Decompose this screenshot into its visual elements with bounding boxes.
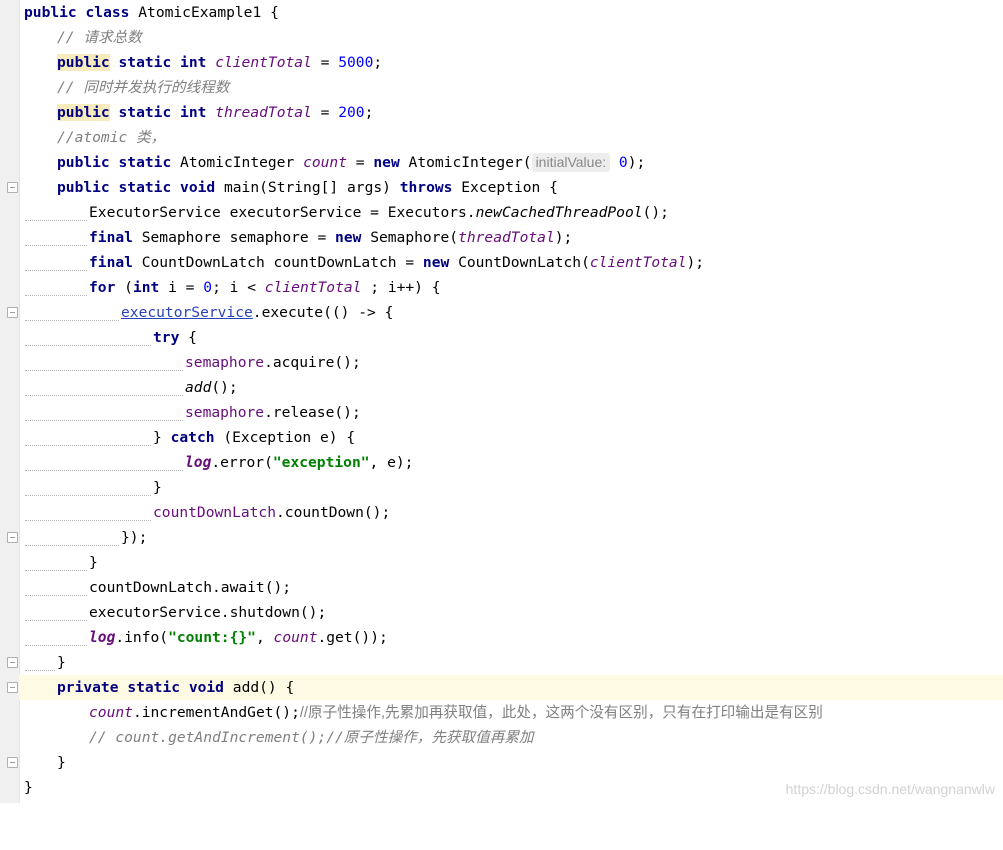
code-line-4: // 同时并发执行的线程数: [57, 79, 230, 96]
indent-guide: [25, 595, 87, 596]
fold-marker-lambda-end[interactable]: [7, 532, 18, 543]
indent-guide: [25, 420, 183, 421]
code-editor[interactable]: public class AtomicExample1 { // 请求总数 pu…: [19, 0, 1003, 803]
code-line-19: log.error("exception", e);: [19, 450, 1003, 475]
indent-guide: [25, 645, 87, 646]
code-line-1: public class AtomicExample1 {: [24, 4, 279, 21]
code-line-30: // count.getAndIncrement();//原子性操作，先获取值再…: [89, 729, 534, 746]
editor-gutter: [0, 0, 20, 803]
indent-guide: [25, 470, 183, 471]
code-line-8: public static void main(String[] args) t…: [57, 179, 558, 196]
code-line-29: count.incrementAndGet();//原子性操作,先累加再获取值，…: [89, 704, 823, 721]
indent-guide: [25, 545, 119, 546]
code-line-23: }: [19, 550, 1003, 575]
fold-marker-lambda[interactable]: [7, 307, 18, 318]
code-line-13: executorService.execute(() -> {: [19, 300, 1003, 325]
code-line-31: }: [57, 754, 66, 771]
code-line-27: }: [19, 650, 1003, 675]
code-line-14: try {: [19, 325, 1003, 350]
code-line-17: semaphore.release();: [19, 400, 1003, 425]
indent-guide: [25, 295, 87, 296]
code-line-26: log.info("count:{}", count.get());: [19, 625, 1003, 650]
code-line-2: // 请求总数: [57, 29, 142, 46]
indent-guide: [25, 495, 151, 496]
indent-guide: [25, 520, 151, 521]
indent-guide: [25, 620, 87, 621]
indent-guide: [25, 570, 87, 571]
code-line-5: public static int threadTotal = 200;: [57, 104, 374, 121]
fold-marker-add-end[interactable]: [7, 757, 18, 768]
code-line-11: final CountDownLatch countDownLatch = ne…: [19, 250, 1003, 275]
code-line-9: ExecutorService executorService = Execut…: [19, 200, 1003, 225]
indent-guide: [25, 395, 183, 396]
code-line-7: public static AtomicInteger count = new …: [57, 153, 646, 172]
fold-marker-main[interactable]: [7, 182, 18, 193]
code-line-22: });: [19, 525, 1003, 550]
code-line-15: semaphore.acquire();: [19, 350, 1003, 375]
indent-guide: [25, 370, 183, 371]
code-line-20: }: [19, 475, 1003, 500]
indent-guide: [25, 320, 119, 321]
indent-guide: [25, 670, 55, 671]
code-line-21: countDownLatch.countDown();: [19, 500, 1003, 525]
code-line-10: final Semaphore semaphore = new Semaphor…: [19, 225, 1003, 250]
code-line-6: //atomic 类，: [57, 129, 166, 146]
indent-guide: [25, 245, 87, 246]
code-line-24: countDownLatch.await();: [19, 575, 1003, 600]
indent-guide: [25, 220, 87, 221]
code-line-18: } catch (Exception e) {: [19, 425, 1003, 450]
code-line-12: for (int i = 0; i < clientTotal ; i++) {: [19, 275, 1003, 300]
code-line-28-current: private static void add() {: [19, 675, 1003, 700]
indent-guide: [25, 345, 151, 346]
indent-guide: [25, 270, 87, 271]
code-line-25: executorService.shutdown();: [19, 600, 1003, 625]
code-line-3: public static int clientTotal = 5000;: [57, 54, 383, 71]
watermark: https://blog.csdn.net/wangnanwlw: [785, 781, 995, 797]
parameter-hint: initialValue:: [531, 153, 611, 172]
fold-marker-main-end[interactable]: [7, 657, 18, 668]
code-line-16: add();: [19, 375, 1003, 400]
indent-guide: [25, 445, 151, 446]
fold-marker-add[interactable]: [7, 682, 18, 693]
